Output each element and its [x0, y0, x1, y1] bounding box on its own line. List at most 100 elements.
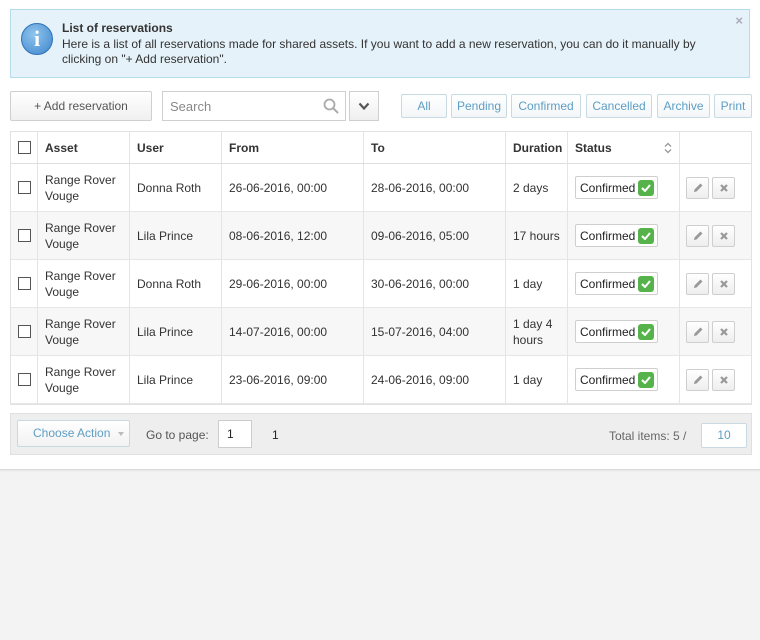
info-icon: i	[21, 23, 53, 55]
status-label: Confirmed	[580, 276, 636, 291]
filter-archive[interactable]: Archive	[657, 94, 710, 118]
delete-button[interactable]	[712, 224, 735, 247]
search-box	[162, 91, 346, 121]
close-icon	[719, 327, 728, 336]
status-label: Confirmed	[580, 372, 636, 387]
pencil-icon	[693, 231, 702, 240]
cell-from: 26-06-2016, 00:00	[222, 164, 364, 211]
status-select[interactable]: Confirmed	[575, 272, 659, 295]
table-row: Range Rover Vouge Lila Prince 23-06-2016…	[11, 356, 751, 404]
pencil-icon	[693, 375, 702, 384]
delete-button[interactable]	[712, 368, 735, 391]
status-select[interactable]: Confirmed	[575, 368, 659, 391]
cell-from: 08-06-2016, 12:00	[222, 212, 364, 259]
search-icon[interactable]	[323, 98, 339, 114]
search-options-button[interactable]	[349, 91, 379, 121]
pencil-icon	[693, 183, 702, 192]
row-checkbox[interactable]	[18, 325, 31, 338]
status-select[interactable]: Confirmed	[575, 176, 659, 199]
cell-status: Confirmed	[568, 260, 680, 307]
delete-button[interactable]	[712, 272, 735, 295]
check-icon	[638, 179, 655, 196]
cell-asset: Range Rover Vouge	[38, 260, 130, 307]
info-banner: i List of reservations Here is a list of…	[10, 9, 750, 78]
check-icon	[638, 227, 655, 244]
status-select[interactable]: Confirmed	[575, 224, 659, 247]
add-reservation-button[interactable]: + Add reservation	[10, 91, 152, 121]
choose-action-dropdown[interactable]: Choose Action	[17, 420, 130, 447]
table-row: Range Rover Vouge Donna Roth 29-06-2016,…	[11, 260, 751, 308]
header-duration[interactable]: Duration	[506, 132, 568, 163]
cell-to: 09-06-2016, 05:00	[364, 212, 506, 259]
edit-button[interactable]	[686, 272, 709, 295]
search-input[interactable]	[163, 92, 313, 120]
header-to[interactable]: To	[364, 132, 506, 163]
cell-from: 23-06-2016, 09:00	[222, 356, 364, 403]
total-items: Total items: 5 /	[609, 429, 687, 443]
filter-all[interactable]: All	[401, 94, 447, 118]
caret-down-icon	[118, 432, 124, 436]
edit-button[interactable]	[686, 368, 709, 391]
cell-to: 28-06-2016, 00:00	[364, 164, 506, 211]
choose-action-label: Choose Action	[33, 426, 111, 440]
status-label: Confirmed	[580, 228, 636, 243]
goto-page-input[interactable]: 1	[218, 420, 252, 448]
header-actions	[680, 132, 753, 163]
header-asset[interactable]: Asset	[38, 132, 130, 163]
cell-user: Donna Roth	[130, 164, 222, 211]
reservations-panel: i List of reservations Here is a list of…	[0, 0, 760, 470]
edit-button[interactable]	[686, 320, 709, 343]
close-icon	[719, 231, 728, 240]
row-checkbox[interactable]	[18, 373, 31, 386]
header-user[interactable]: User	[130, 132, 222, 163]
edit-button[interactable]	[686, 176, 709, 199]
cell-asset: Range Rover Vouge	[38, 356, 130, 403]
info-title: List of reservations	[62, 21, 173, 35]
table-row: Range Rover Vouge Donna Roth 26-06-2016,…	[11, 164, 751, 212]
cell-asset: Range Rover Vouge	[38, 308, 130, 355]
close-icon	[719, 375, 728, 384]
cell-duration: 1 day	[506, 356, 568, 403]
pencil-icon	[693, 327, 702, 336]
cell-actions	[680, 356, 753, 403]
cell-duration: 17 hours	[506, 212, 568, 259]
table-header: Asset User From To Duration Status	[11, 132, 751, 164]
filter-pending[interactable]: Pending	[451, 94, 507, 118]
delete-button[interactable]	[712, 176, 735, 199]
check-icon	[638, 371, 655, 388]
cell-from: 14-07-2016, 00:00	[222, 308, 364, 355]
select-all-checkbox[interactable]	[18, 141, 31, 154]
filter-confirmed[interactable]: Confirmed	[511, 94, 581, 118]
status-label: Confirmed	[580, 324, 636, 339]
per-page-select[interactable]: 10	[701, 423, 747, 448]
edit-button[interactable]	[686, 224, 709, 247]
cell-from: 29-06-2016, 00:00	[222, 260, 364, 307]
table-row: Range Rover Vouge Lila Prince 14-07-2016…	[11, 308, 751, 356]
row-checkbox[interactable]	[18, 277, 31, 290]
print-button[interactable]: Print	[714, 94, 752, 118]
row-checkbox[interactable]	[18, 181, 31, 194]
cell-status: Confirmed	[568, 356, 680, 403]
pencil-icon	[693, 279, 702, 288]
cell-actions	[680, 260, 753, 307]
cell-status: Confirmed	[568, 308, 680, 355]
cell-user: Lila Prince	[130, 308, 222, 355]
info-text: Here is a list of all reservations made …	[62, 37, 696, 66]
status-select[interactable]: Confirmed	[575, 320, 659, 343]
delete-button[interactable]	[712, 320, 735, 343]
cell-to: 30-06-2016, 00:00	[364, 260, 506, 307]
header-status[interactable]: Status	[568, 132, 680, 163]
cell-actions	[680, 212, 753, 259]
cell-status: Confirmed	[568, 164, 680, 211]
close-icon[interactable]: ×	[735, 13, 743, 28]
page-number[interactable]: 1	[272, 428, 279, 442]
cell-duration: 1 day	[506, 260, 568, 307]
table-row: Range Rover Vouge Lila Prince 08-06-2016…	[11, 212, 751, 260]
header-from[interactable]: From	[222, 132, 364, 163]
row-checkbox[interactable]	[18, 229, 31, 242]
cell-status: Confirmed	[568, 212, 680, 259]
close-icon	[719, 183, 728, 192]
cell-duration: 1 day 4 hours	[506, 308, 568, 355]
sort-icon[interactable]	[664, 142, 672, 154]
filter-cancelled[interactable]: Cancelled	[586, 94, 652, 118]
